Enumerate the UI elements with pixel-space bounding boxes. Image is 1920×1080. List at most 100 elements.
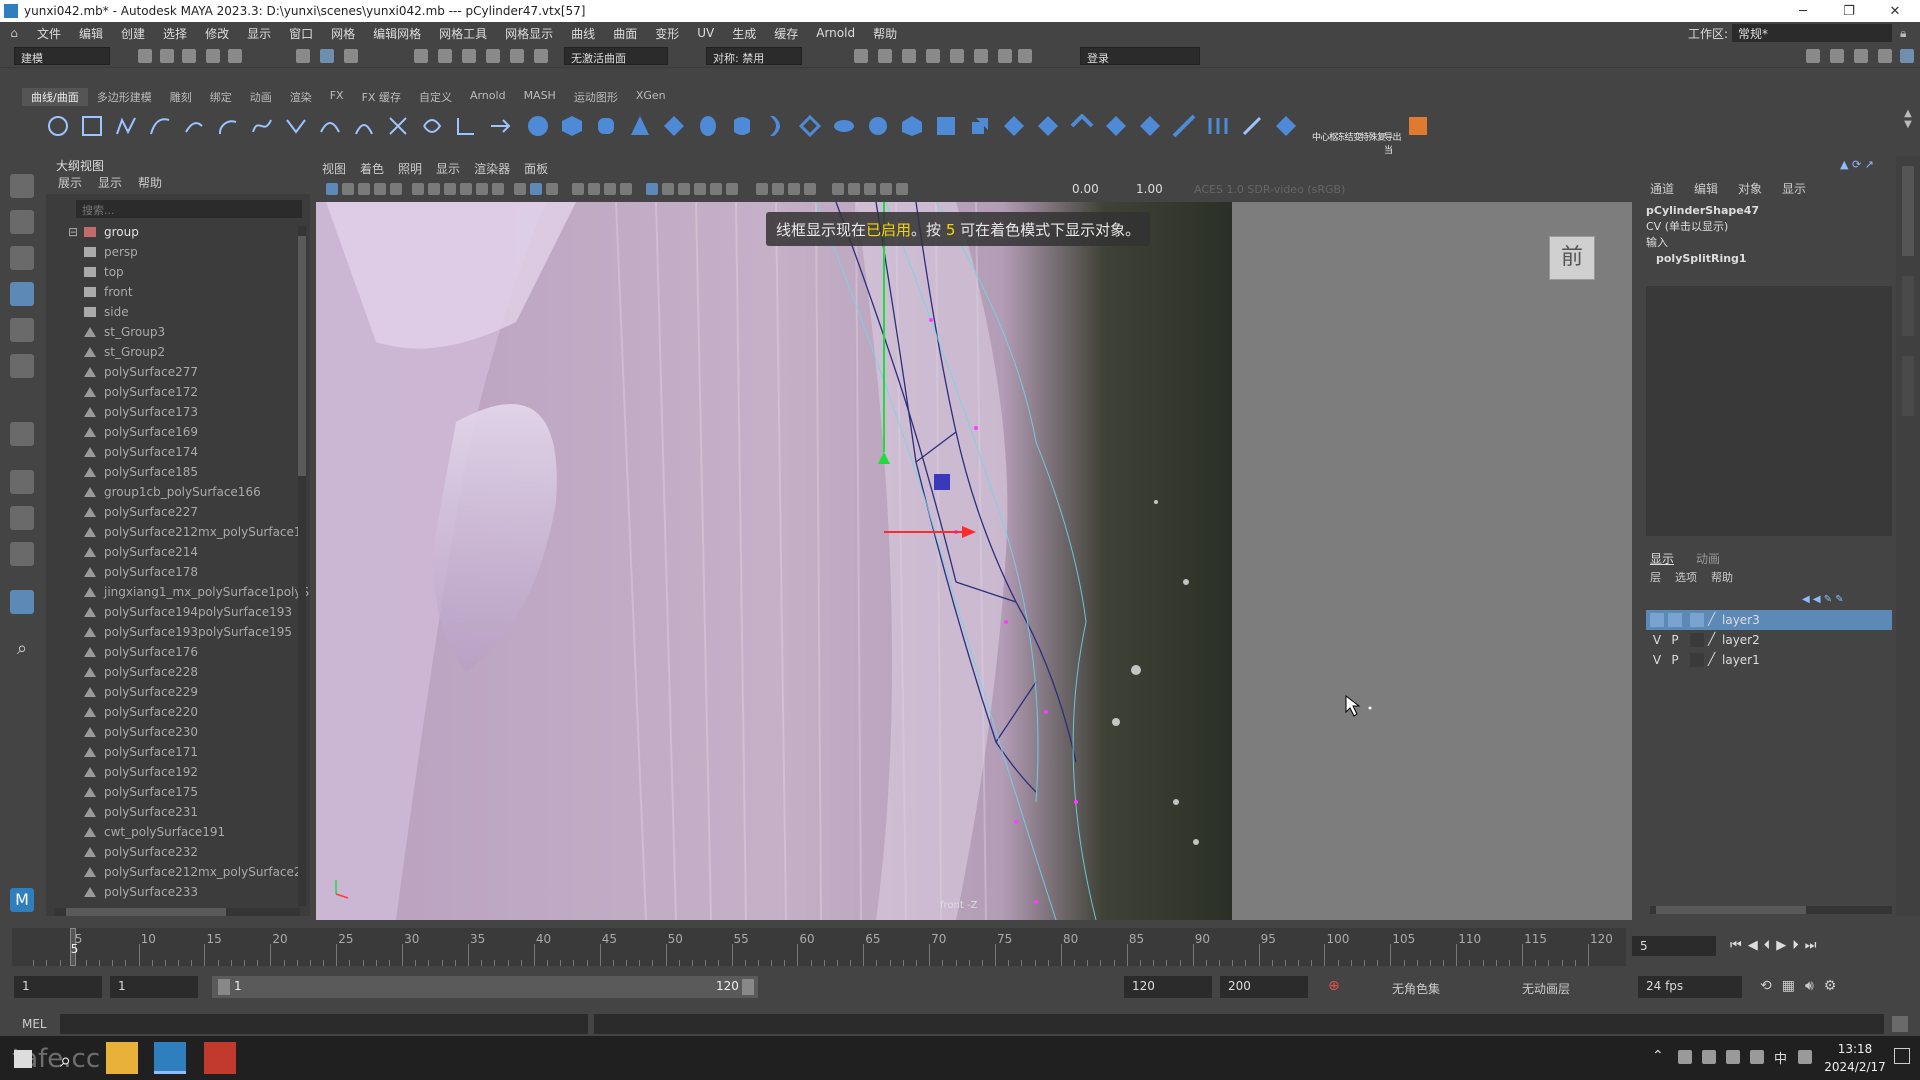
viewport-tool-icon[interactable] bbox=[390, 183, 402, 195]
file-explorer-icon[interactable] bbox=[106, 1042, 138, 1074]
nurbs-cube-icon[interactable] bbox=[560, 114, 584, 138]
viewport-tool-icon[interactable] bbox=[342, 183, 354, 195]
channel-menu-channels[interactable]: 通道 bbox=[1650, 180, 1674, 197]
tool-settings-side-tab[interactable] bbox=[1902, 356, 1914, 416]
paint-select-icon[interactable] bbox=[10, 246, 34, 270]
exposure-field[interactable]: 0.00 bbox=[1072, 182, 1099, 196]
viewport-tool-icon[interactable] bbox=[864, 183, 876, 195]
layer-playback-toggle[interactable]: P bbox=[1668, 653, 1682, 667]
snap-vertex-icon[interactable] bbox=[534, 49, 548, 63]
viewport-tool-icon[interactable] bbox=[646, 183, 658, 195]
channel-box-icon[interactable] bbox=[1900, 49, 1914, 63]
curve-extend-icon[interactable] bbox=[488, 114, 512, 138]
menu-curves[interactable]: 曲线 bbox=[562, 25, 604, 42]
render-current-icon[interactable] bbox=[878, 49, 892, 63]
nurbs-cone-icon[interactable] bbox=[628, 114, 652, 138]
playback-options-icons[interactable]: ⟲▦🔊︎⚙ bbox=[1760, 978, 1846, 994]
command-input[interactable] bbox=[60, 1014, 588, 1034]
outliner-item[interactable]: polySurface169 bbox=[46, 422, 310, 442]
maya-taskbar-icon[interactable] bbox=[154, 1042, 186, 1074]
menu-cache[interactable]: 缓存 bbox=[765, 25, 807, 42]
viewport-tool-icon[interactable] bbox=[726, 183, 738, 195]
outliner-item[interactable]: polySurface231 bbox=[46, 802, 310, 822]
volume-icon[interactable] bbox=[1750, 1050, 1764, 1064]
pencil-curve-icon[interactable] bbox=[182, 114, 206, 138]
outliner-item[interactable]: polySurface228 bbox=[46, 662, 310, 682]
layer-menu-options[interactable]: 选项 bbox=[1675, 569, 1697, 585]
layer-menu-layers[interactable]: 层 bbox=[1650, 569, 1661, 585]
select-tool-icon[interactable] bbox=[10, 174, 34, 198]
side-tabs-strip[interactable] bbox=[1896, 156, 1920, 916]
shape-node-name[interactable]: pCylinderShape47 bbox=[1646, 203, 1892, 219]
viewport-menu-show[interactable]: 显示 bbox=[436, 160, 460, 178]
channel-menu-edit[interactable]: 编辑 bbox=[1694, 180, 1718, 197]
outliner-menu-help[interactable]: 帮助 bbox=[138, 174, 162, 194]
render-settings-icon[interactable] bbox=[926, 49, 940, 63]
intersect-icon[interactable] bbox=[1036, 114, 1060, 138]
outliner-item[interactable]: polySurface173 bbox=[46, 402, 310, 422]
outliner-item[interactable]: polySurface220 bbox=[46, 702, 310, 722]
outliner-item[interactable]: polySurface277 bbox=[46, 362, 310, 382]
curve-detach-icon[interactable] bbox=[318, 114, 342, 138]
viewport-tool-icon[interactable] bbox=[428, 183, 440, 195]
outliner-item[interactable]: polySurface232 bbox=[46, 842, 310, 862]
colorspace-dropdown[interactable]: ACES 1.0 SDR-video (sRGB) bbox=[1190, 182, 1420, 200]
lasso-tool-icon[interactable] bbox=[10, 210, 34, 234]
layer-playback-toggle[interactable] bbox=[1668, 613, 1682, 627]
menu-file[interactable]: 文件 bbox=[28, 25, 70, 42]
modeling-toolkit-icon[interactable] bbox=[1806, 49, 1820, 63]
viewport-tool-icon[interactable] bbox=[546, 183, 558, 195]
arc-tool-icon[interactable] bbox=[216, 114, 240, 138]
outliner-item[interactable]: polySurface194polySurface193 bbox=[46, 602, 310, 622]
layer-color-swatch[interactable] bbox=[1690, 633, 1704, 647]
character-set-dropdown[interactable]: 无角色集 bbox=[1392, 980, 1440, 997]
attribute-editor-side-tab[interactable] bbox=[1902, 276, 1914, 336]
shelf-tab-curves[interactable]: 曲线/曲面 bbox=[22, 88, 88, 106]
viewport-tool-icon[interactable] bbox=[896, 183, 908, 195]
outliner-item[interactable]: persp bbox=[46, 242, 310, 262]
outliner-item[interactable]: group1cb_polySurface166 bbox=[46, 482, 310, 502]
channel-box-side-tab[interactable] bbox=[1902, 166, 1914, 256]
viewport-menu-view[interactable]: 视图 bbox=[322, 160, 346, 178]
outliner-item[interactable]: polySurface178 bbox=[46, 562, 310, 582]
viewport-menu-shading[interactable]: 着色 bbox=[360, 160, 384, 178]
menu-help[interactable]: 帮助 bbox=[864, 25, 906, 42]
menu-edit[interactable]: 编辑 bbox=[70, 25, 112, 42]
export-selection-button[interactable]: 导出当 bbox=[1384, 130, 1406, 156]
outliner-item[interactable]: polySurface175 bbox=[46, 782, 310, 802]
outliner-item[interactable]: polySurface230 bbox=[46, 722, 310, 742]
outliner-item[interactable]: polySurface174 bbox=[46, 442, 310, 462]
arnold-ipr-icon[interactable] bbox=[998, 49, 1012, 63]
clock[interactable]: 13:18 2024/2/17 bbox=[1820, 1040, 1890, 1076]
viewport-tool-icon[interactable] bbox=[460, 183, 472, 195]
bezier-curve-icon[interactable] bbox=[250, 114, 274, 138]
curve-offset-icon[interactable] bbox=[352, 114, 376, 138]
bevel-plus-icon[interactable] bbox=[968, 114, 992, 138]
attach-surfaces-icon[interactable] bbox=[1138, 114, 1162, 138]
sculpt-surface-icon[interactable] bbox=[1240, 114, 1264, 138]
outliner-item[interactable]: polySurface227 bbox=[46, 502, 310, 522]
viewport-tool-icon[interactable] bbox=[880, 183, 892, 195]
layer-row[interactable]: ╱ layer3 bbox=[1646, 610, 1892, 630]
app-taskbar-icon[interactable] bbox=[204, 1042, 236, 1074]
pause-icon[interactable] bbox=[1018, 49, 1032, 63]
layer-tab-display[interactable]: 显示 bbox=[1650, 550, 1674, 567]
render-view-icon[interactable] bbox=[854, 49, 868, 63]
layer-menu-help[interactable]: 帮助 bbox=[1711, 569, 1733, 585]
login-dropdown[interactable]: 登录 bbox=[1080, 47, 1200, 65]
snap-grid-icon[interactable] bbox=[414, 49, 428, 63]
notification-icon[interactable] bbox=[1894, 1048, 1910, 1064]
mel-label[interactable]: MEL bbox=[22, 1017, 47, 1031]
four-view-layout-icon[interactable] bbox=[10, 506, 34, 530]
cv-curve-tool-icon[interactable] bbox=[114, 114, 138, 138]
scene-end-field[interactable]: 200 bbox=[1220, 976, 1308, 998]
playback-end-field[interactable]: 120 bbox=[1124, 976, 1212, 998]
layer-row[interactable]: V P ╱ layer1 bbox=[1646, 650, 1892, 670]
layer-name[interactable]: layer3 bbox=[1722, 613, 1760, 627]
search-icon[interactable]: ⌕ bbox=[10, 638, 34, 662]
outliner-layout-icon[interactable] bbox=[10, 590, 34, 614]
ep-curve-tool-icon[interactable] bbox=[148, 114, 172, 138]
outliner-item[interactable]: polySurface172 bbox=[46, 382, 310, 402]
anim-layer-dropdown[interactable]: 无动画层 bbox=[1522, 980, 1570, 997]
persp-outliner-layout-icon[interactable] bbox=[10, 542, 34, 566]
